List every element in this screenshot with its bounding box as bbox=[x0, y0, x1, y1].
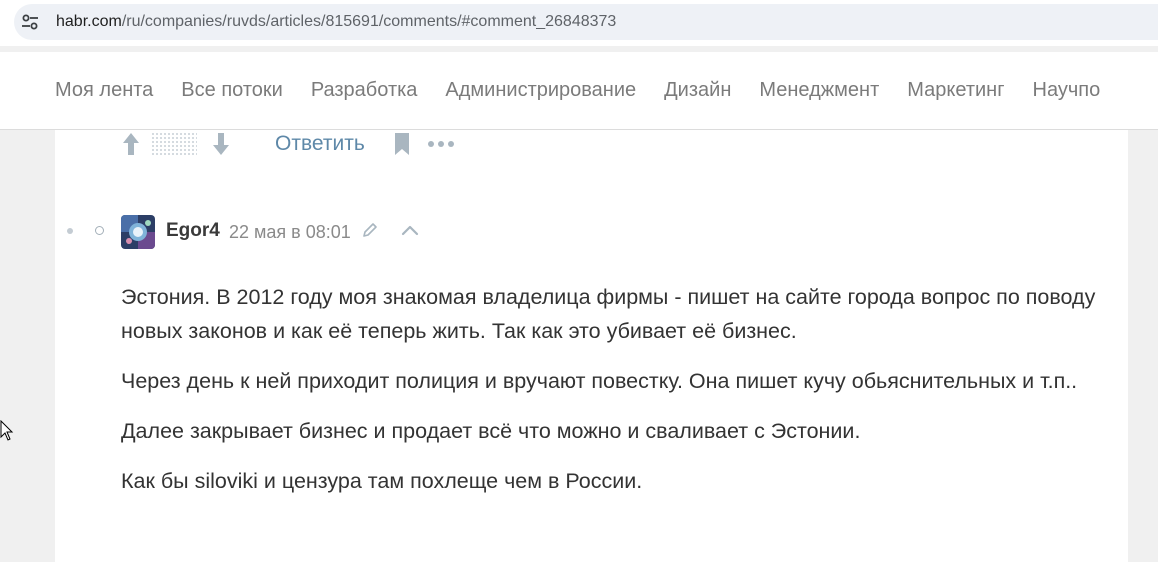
nav-item-my-feed[interactable]: Моя лента bbox=[55, 79, 153, 102]
url-field[interactable]: habr.com/ru/companies/ruvds/articles/815… bbox=[14, 4, 1158, 40]
comment-paragraph: Далее закрывает бизнес и продает всё что… bbox=[121, 419, 861, 443]
score-placeholder-icon bbox=[151, 132, 197, 156]
mouse-cursor-icon bbox=[0, 420, 14, 441]
nav-item-popsci[interactable]: Научпо bbox=[1033, 79, 1101, 102]
thread-dot-icon bbox=[67, 228, 73, 234]
more-icon[interactable] bbox=[427, 139, 455, 149]
chevron-up-icon[interactable] bbox=[401, 223, 419, 237]
nav-item-administration[interactable]: Администрирование bbox=[445, 79, 636, 102]
url-host: habr.com bbox=[56, 13, 122, 30]
arrow-down-icon[interactable] bbox=[211, 131, 231, 157]
bookmark-icon[interactable] bbox=[393, 132, 411, 156]
comment-body: Эстония. В 2012 году моя знакомая владел… bbox=[121, 280, 1111, 514]
site-nav: Моя лента Все потоки Разработка Админист… bbox=[0, 52, 1158, 130]
nav-item-development[interactable]: Разработка bbox=[311, 79, 418, 102]
site-settings-icon[interactable] bbox=[20, 12, 40, 32]
comment-date[interactable]: 22 мая в 08:01 bbox=[229, 222, 351, 243]
comment-paragraph: Эстония. В 2012 году моя знакомая владел… bbox=[121, 285, 1096, 343]
comment-actions: Ответить bbox=[121, 130, 455, 158]
thread-ring-icon bbox=[95, 226, 104, 235]
url-path: /ru/companies/ruvds/articles/815691/comm… bbox=[121, 13, 617, 30]
url-text: habr.com/ru/companies/ruvds/articles/815… bbox=[56, 4, 616, 40]
comments-card: Ответить Egor4 22 мая в 08:01 Эстония. В… bbox=[55, 130, 1128, 562]
nav-item-all-flows[interactable]: Все потоки bbox=[181, 79, 283, 102]
nav-item-management[interactable]: Менеджмент bbox=[759, 79, 879, 102]
comment-paragraph: Как бы siloviki и цензура там похлеще че… bbox=[121, 469, 643, 493]
pencil-icon bbox=[363, 223, 377, 237]
comment-header: Egor4 22 мая в 08:01 bbox=[55, 215, 655, 249]
reply-button[interactable]: Ответить bbox=[275, 132, 365, 156]
avatar-image bbox=[121, 215, 155, 249]
comment-author[interactable]: Egor4 bbox=[166, 220, 220, 242]
nav-item-design[interactable]: Дизайн bbox=[664, 79, 731, 102]
avatar[interactable] bbox=[121, 215, 155, 249]
comment-paragraph: Через день к ней приходит полиция и вруч… bbox=[121, 369, 1078, 393]
nav-item-marketing[interactable]: Маркетинг bbox=[907, 79, 1004, 102]
browser-address-bar: habr.com/ru/companies/ruvds/articles/815… bbox=[0, 0, 1158, 46]
nav-items: Моя лента Все потоки Разработка Админист… bbox=[55, 52, 1128, 129]
arrow-up-icon[interactable] bbox=[121, 131, 141, 157]
